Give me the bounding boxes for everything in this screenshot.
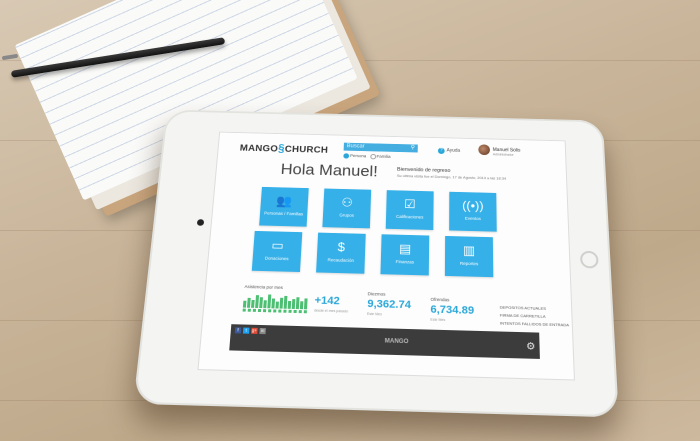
tile-recaudacion[interactable]: $ Recaudación bbox=[316, 232, 366, 274]
attendance-sparkline bbox=[242, 292, 309, 310]
twitter-icon[interactable]: t bbox=[242, 327, 250, 334]
offerings-label: Ofrendas bbox=[430, 296, 450, 303]
tile-donaciones[interactable]: ▭ Donaciones bbox=[251, 230, 303, 273]
radio-persona[interactable] bbox=[343, 153, 350, 159]
search-icon[interactable]: ⚲ bbox=[411, 144, 415, 152]
attendance-bar bbox=[275, 301, 279, 309]
tile-eventos[interactable]: ((•)) Eventos bbox=[449, 191, 497, 232]
attendance-bar bbox=[303, 298, 308, 310]
linkedin-icon[interactable]: in bbox=[259, 327, 266, 335]
attendance-bar bbox=[291, 299, 296, 309]
last-visit-text: Su última visita fue el Domingo, 17 de A… bbox=[396, 173, 507, 181]
app-logo[interactable]: MANGO§CHURCH bbox=[239, 141, 328, 156]
tablet-home-button[interactable] bbox=[579, 250, 599, 269]
link-intentos[interactable]: INTENTOS FALLIDOS DE ENTRADA bbox=[500, 321, 569, 328]
tithes-value: 9,362.74 bbox=[367, 298, 412, 312]
gear-icon[interactable]: ⚙ bbox=[526, 341, 536, 352]
tile-label: Finanzas bbox=[395, 259, 415, 265]
group-icon: ⚇ bbox=[341, 195, 354, 210]
link-depositos[interactable]: DEPOSITOS ACTUALES bbox=[500, 305, 546, 311]
radio-familia[interactable] bbox=[369, 153, 376, 160]
radio-familia-label: Familia bbox=[376, 154, 391, 160]
page-title: Hola Manuel! bbox=[280, 160, 379, 180]
offerings-value: 6,734.89 bbox=[430, 303, 475, 317]
facebook-icon[interactable]: f bbox=[234, 327, 242, 334]
search-options: Persona Familia bbox=[343, 153, 391, 160]
link-firma[interactable]: FIRMA DE CARRETILLA bbox=[500, 313, 546, 319]
attendance-baseline bbox=[242, 308, 308, 314]
attendance-bar bbox=[287, 300, 292, 309]
broadcast-icon: ((•)) bbox=[462, 198, 484, 213]
money-bag-icon: $ bbox=[337, 239, 346, 255]
tile-grupos[interactable]: ⚇ Grupos bbox=[322, 188, 372, 229]
footer-logo: MANGO bbox=[384, 338, 409, 346]
avatar[interactable] bbox=[478, 144, 490, 156]
tile-personas[interactable]: 👥 Personas / Familias bbox=[259, 186, 309, 227]
tile-calificaciones[interactable]: ☑ Calificaciones bbox=[385, 190, 434, 231]
google-plus-icon[interactable]: g+ bbox=[251, 327, 258, 334]
attendance-sub: desde el mes pasado bbox=[313, 308, 349, 314]
offerings-sub: Este Mes bbox=[430, 317, 446, 323]
attendance-bar bbox=[251, 299, 255, 308]
logo-text-left: MANGO bbox=[239, 143, 279, 155]
user-role: Administrador bbox=[492, 152, 514, 157]
document-icon: ▤ bbox=[398, 241, 412, 256]
radio-persona-label: Persona bbox=[350, 153, 367, 159]
attendance-value: +142 bbox=[314, 294, 341, 308]
help-link[interactable]: ? Ayuda bbox=[437, 147, 461, 155]
tile-label: Reportes bbox=[459, 260, 479, 267]
tablet-device: MANGO§CHURCH Buscar ⚲ Persona Familia ? A… bbox=[133, 109, 619, 418]
tithes-sub: Este Mes bbox=[366, 311, 382, 317]
tablet-screen: MANGO§CHURCH Buscar ⚲ Persona Familia ? A… bbox=[197, 131, 576, 381]
footer-bar: f t g+ in MANGO ⚙ bbox=[229, 324, 540, 359]
attendance-label: Asistencia por mes bbox=[244, 284, 284, 290]
tithes-label: Diezmos bbox=[367, 291, 386, 297]
check-icon: ☑ bbox=[404, 196, 416, 212]
tile-label: Personas / Familias bbox=[264, 210, 304, 217]
search-placeholder: Buscar bbox=[346, 143, 365, 150]
attendance-bar bbox=[299, 301, 304, 310]
logo-text-right: CHURCH bbox=[284, 144, 329, 156]
tile-label: Eventos bbox=[464, 215, 481, 222]
tile-label: Recaudación bbox=[327, 257, 355, 263]
search-input[interactable]: Buscar ⚲ bbox=[343, 142, 418, 153]
attendance-bar bbox=[242, 300, 247, 308]
tile-label: Donaciones bbox=[264, 255, 289, 262]
chart-icon: ▥ bbox=[462, 242, 476, 258]
tablet-camera bbox=[196, 219, 205, 226]
tile-label: Calificaciones bbox=[395, 214, 424, 220]
tile-label: Grupos bbox=[339, 212, 355, 218]
cash-icon: ▭ bbox=[271, 237, 285, 253]
people-icon: 👥 bbox=[276, 193, 293, 208]
help-label: Ayuda bbox=[446, 147, 461, 154]
tile-finanzas[interactable]: ▤ Finanzas bbox=[380, 234, 430, 276]
attendance-bar bbox=[263, 300, 267, 309]
tile-reportes[interactable]: ▥ Reportes bbox=[444, 235, 494, 278]
help-icon: ? bbox=[437, 147, 445, 155]
